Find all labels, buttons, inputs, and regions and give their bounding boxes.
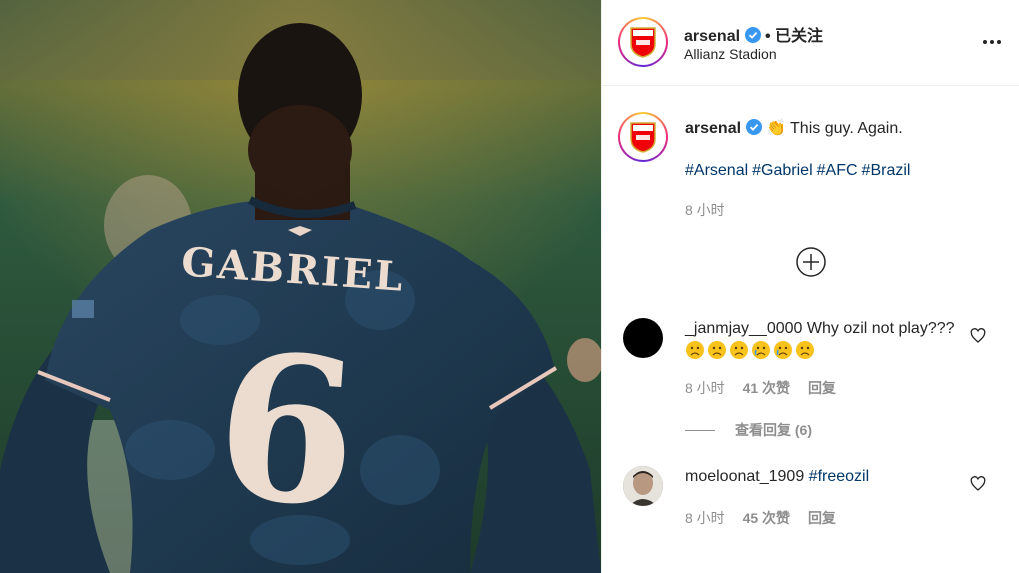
comment-username[interactable]: _janmjay__0000 bbox=[685, 320, 802, 337]
reply-button[interactable]: 回复 bbox=[808, 510, 836, 526]
post-side-panel: arsenal • 已关注 Allianz Stadion arsenal 👏 … bbox=[601, 0, 1019, 573]
follow-status-button[interactable]: 已关注 bbox=[775, 28, 823, 45]
caption-avatar[interactable] bbox=[618, 112, 668, 162]
comment-timestamp: 8 小时 bbox=[685, 380, 725, 396]
replies-divider bbox=[685, 429, 715, 431]
commenter-avatar[interactable] bbox=[623, 466, 663, 506]
more-options-icon[interactable] bbox=[982, 30, 1002, 54]
jersey-number: 6 bbox=[209, 309, 364, 553]
crying-emoji-icons bbox=[685, 341, 817, 360]
like-heart-icon[interactable] bbox=[970, 328, 986, 344]
arsenal-crest-icon bbox=[622, 21, 664, 63]
view-replies-button[interactable]: 查看回复 (6) bbox=[685, 420, 812, 440]
commenter-avatar[interactable] bbox=[623, 318, 663, 358]
verified-badge-icon bbox=[745, 119, 762, 135]
comment-like-count[interactable]: 45 次赞 bbox=[743, 510, 790, 526]
post-photo[interactable]: GABRIEL 6 bbox=[0, 0, 601, 573]
hashtag-link[interactable]: #Brazil bbox=[862, 162, 911, 179]
view-replies-label: 查看回复 (6) bbox=[735, 422, 812, 438]
hashtag-link[interactable]: #Arsenal bbox=[685, 162, 748, 179]
location-link[interactable]: Allianz Stadion bbox=[684, 46, 777, 62]
clap-emoji: 👏 bbox=[765, 120, 786, 137]
verified-badge-icon bbox=[744, 27, 761, 43]
commenter-face-icon bbox=[623, 466, 663, 506]
header-username[interactable]: arsenal bbox=[684, 28, 740, 45]
comment-username[interactable]: moeloonat_1909 bbox=[685, 468, 804, 485]
comment-timestamp: 8 小时 bbox=[685, 510, 725, 526]
player-back-photo: GABRIEL 6 bbox=[0, 0, 601, 573]
comment-hashtag[interactable]: #freeozil bbox=[809, 468, 869, 485]
hashtag-link[interactable]: #AFC bbox=[817, 162, 858, 179]
caption-username[interactable]: arsenal bbox=[685, 120, 741, 137]
author-avatar[interactable] bbox=[618, 17, 668, 67]
post-header: arsenal • 已关注 Allianz Stadion bbox=[602, 0, 1019, 86]
caption-timestamp: 8 小时 bbox=[685, 202, 725, 218]
caption-text: This guy. Again. bbox=[790, 120, 903, 137]
comment-like-count[interactable]: 41 次赞 bbox=[743, 380, 790, 396]
reply-button[interactable]: 回复 bbox=[808, 380, 836, 396]
like-heart-icon[interactable] bbox=[970, 476, 986, 492]
caption-hashtags: #Arsenal #Gabriel #AFC #Brazil bbox=[685, 162, 914, 180]
header-separator: • bbox=[764, 28, 771, 45]
hashtag-link[interactable]: #Gabriel bbox=[752, 162, 812, 179]
arsenal-crest-icon bbox=[622, 116, 664, 158]
comment-text: Why ozil not play??? bbox=[806, 320, 955, 337]
load-more-comments-icon[interactable] bbox=[795, 246, 827, 278]
